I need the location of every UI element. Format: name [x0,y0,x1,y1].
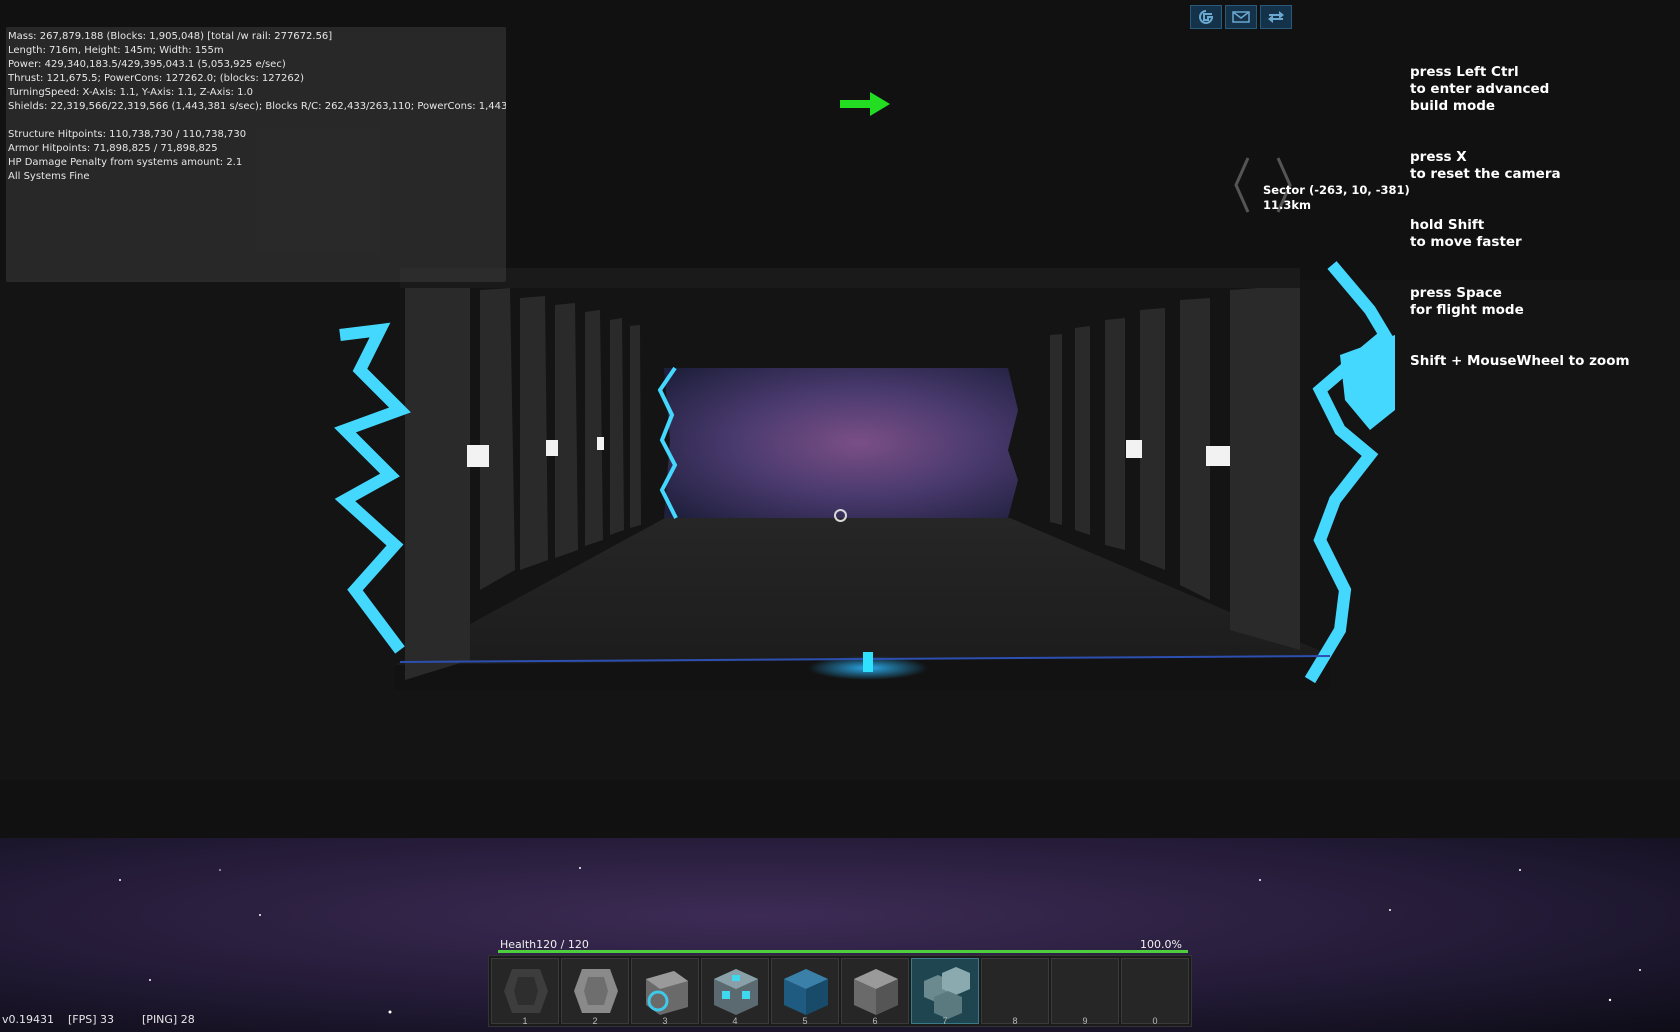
hotbar-slot-7[interactable]: 7 [911,958,979,1026]
top-menu-icons [1190,5,1292,29]
crosshair [834,509,847,522]
hotbar-slot-9[interactable]: 9 [1051,958,1119,1026]
stat-line-system-status: All Systems Fine [8,171,90,182]
navigation-arrow-icon [840,92,890,116]
hint-move-faster: hold Shift to move faster [1410,217,1522,250]
faction-icon[interactable] [1190,5,1222,29]
health-bar-fill [498,950,1188,953]
stat-line-power: Power: 429,340,183.5/429,395,043.1 (5,05… [8,59,286,70]
health-bar [498,950,1188,953]
hotbar-slot-1[interactable]: 1 [491,958,559,1026]
debug-footer: v0.19431 [FPS] 33 [PING] 28 [2,1013,195,1026]
hotbar: 1 2 3 4 5 6 7 8 9 0 [488,955,1192,1027]
hint-reset-camera: press X to reset the camera [1410,149,1561,182]
stat-line-mass: Mass: 267,879.188 (Blocks: 1,905,048) [t… [8,31,333,42]
hotbar-slot-8[interactable]: 8 [981,958,1049,1026]
stat-line-thrust: Thrust: 121,675.5; PowerCons: 127262.0; … [8,73,304,84]
hint-flight-mode: press Space for flight mode [1410,285,1524,318]
hotbar-slot-4[interactable]: 4 [701,958,769,1026]
stats-spacer [8,114,504,128]
stat-line-armor-hp: Armor Hitpoints: 71,898,825 / 71,898,825 [8,143,218,154]
stat-line-damage-penalty: HP Damage Penalty from systems amount: 2… [8,157,243,168]
mail-icon[interactable] [1225,5,1257,29]
hotbar-slot-2[interactable]: 2 [561,958,629,1026]
blue-cube-icon [784,969,828,1015]
version-label: v0.19431 [2,1013,54,1026]
hotbar-slot-5[interactable]: 5 [771,958,839,1026]
transfer-icon[interactable] [1260,5,1292,29]
sector-distance: 11.3km [1263,198,1312,212]
computer-block-icon [714,969,758,1015]
hotbar-slot-3[interactable]: 3 [631,958,699,1026]
sector-coordinates: Sector (-263, 10, -381) [1263,183,1410,197]
stat-line-dimensions: Length: 716m, Height: 145m; Width: 155m [8,45,224,56]
stat-line-turning: TurningSpeed: X-Axis: 1.1, Y-Axis: 1.1, … [8,87,253,98]
help-hints: press Left Ctrl to enter advanced build … [1410,64,1630,404]
ship-stats-panel: Mass: 267,879.188 (Blocks: 1,905,048) [t… [6,27,506,282]
multi-block-icon [924,967,970,1019]
light-hull-block-icon [574,969,618,1013]
stat-line-structure-hp: Structure Hitpoints: 110,738,730 / 110,7… [8,129,247,140]
ping-counter: [PING] 28 [142,1013,195,1026]
hotbar-slot-6[interactable]: 6 [841,958,909,1026]
power-module-icon [646,971,688,1015]
hint-zoom: Shift + MouseWheel to zoom [1410,353,1630,369]
grey-cube-icon [854,969,898,1015]
hull-block-icon [504,969,548,1013]
hint-advanced-build: press Left Ctrl to enter advanced build … [1410,64,1550,114]
hotbar-slot-0[interactable]: 0 [1121,958,1189,1026]
sector-readout: Sector (-263, 10, -381) 11.3km [1263,183,1410,213]
stat-line-shields: Shields: 22,319,566/22,319,566 (1,443,38… [8,101,506,112]
fps-counter: [FPS] 33 [68,1013,115,1026]
